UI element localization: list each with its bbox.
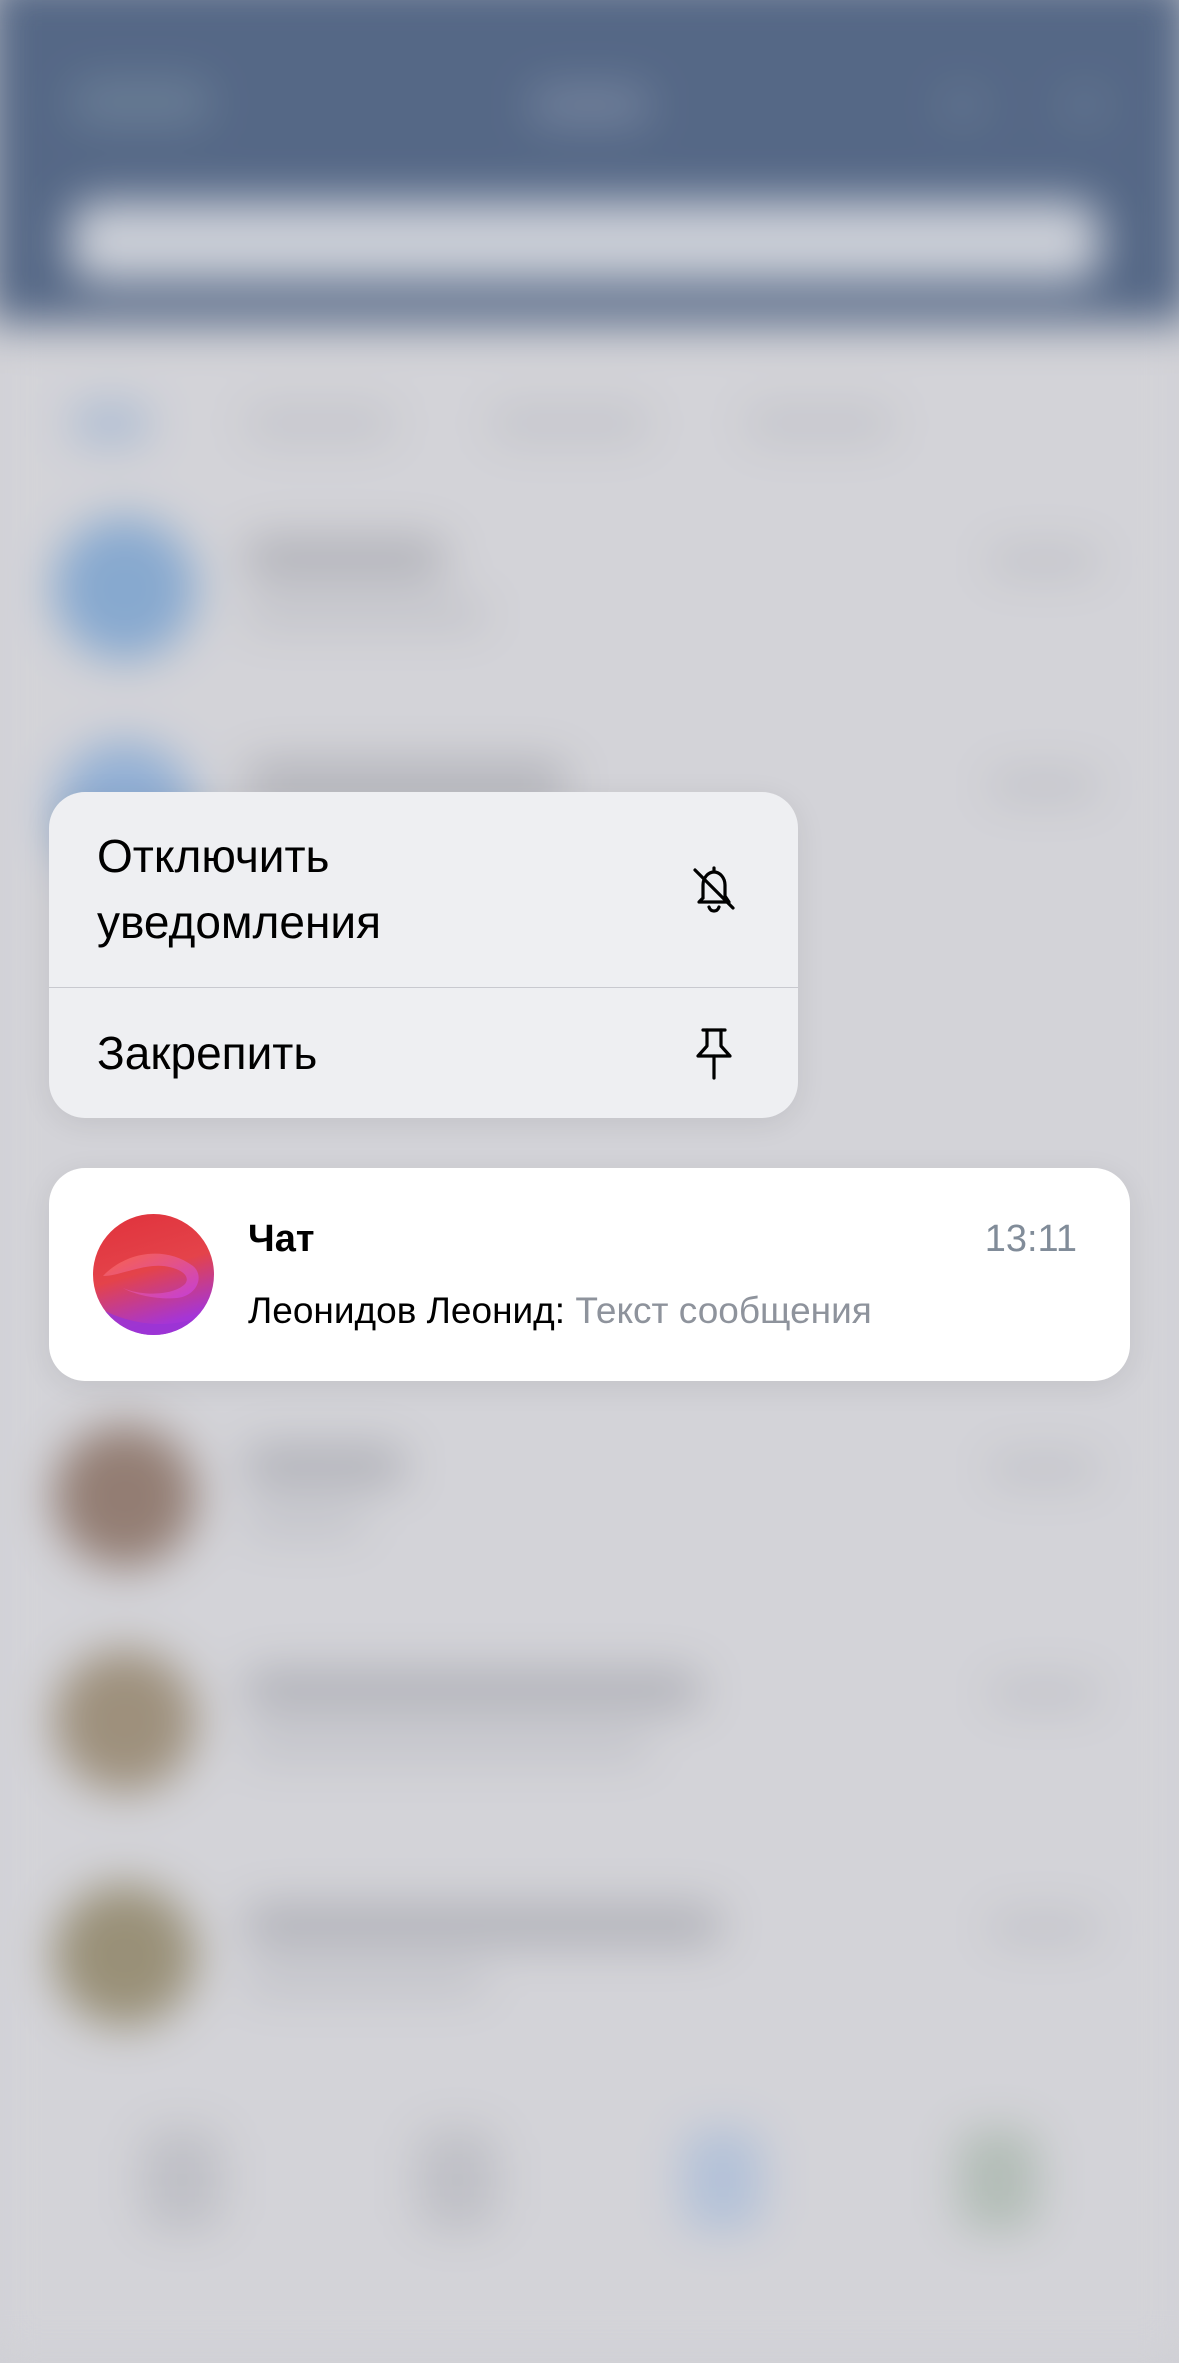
chat-title: Чат xyxy=(248,1218,315,1260)
message-text: Текст сообщения xyxy=(575,1290,872,1331)
chat-last-message: Леонидов Леонид: Текст сообщения xyxy=(248,1290,872,1332)
menu-item-label: Закрепить xyxy=(97,1027,318,1079)
bell-off-icon xyxy=(693,866,735,913)
message-sender: Леонидов Леонид: xyxy=(248,1290,566,1331)
menu-item-pin[interactable]: Закрепить xyxy=(49,988,798,1118)
avatar xyxy=(93,1214,214,1335)
pin-icon xyxy=(696,1028,732,1080)
context-menu: Отключить уведомления Закрепить xyxy=(49,792,798,1118)
chat-preview-card[interactable]: Чат 13:11 Леонидов Леонид: Текст сообщен… xyxy=(49,1168,1130,1381)
menu-item-mute-notifications[interactable]: Отключить уведомления xyxy=(49,792,798,987)
chat-logo-icon xyxy=(93,1214,214,1335)
chat-time: 13:11 xyxy=(984,1218,1077,1260)
menu-item-label: Отключить уведомления xyxy=(97,830,381,948)
